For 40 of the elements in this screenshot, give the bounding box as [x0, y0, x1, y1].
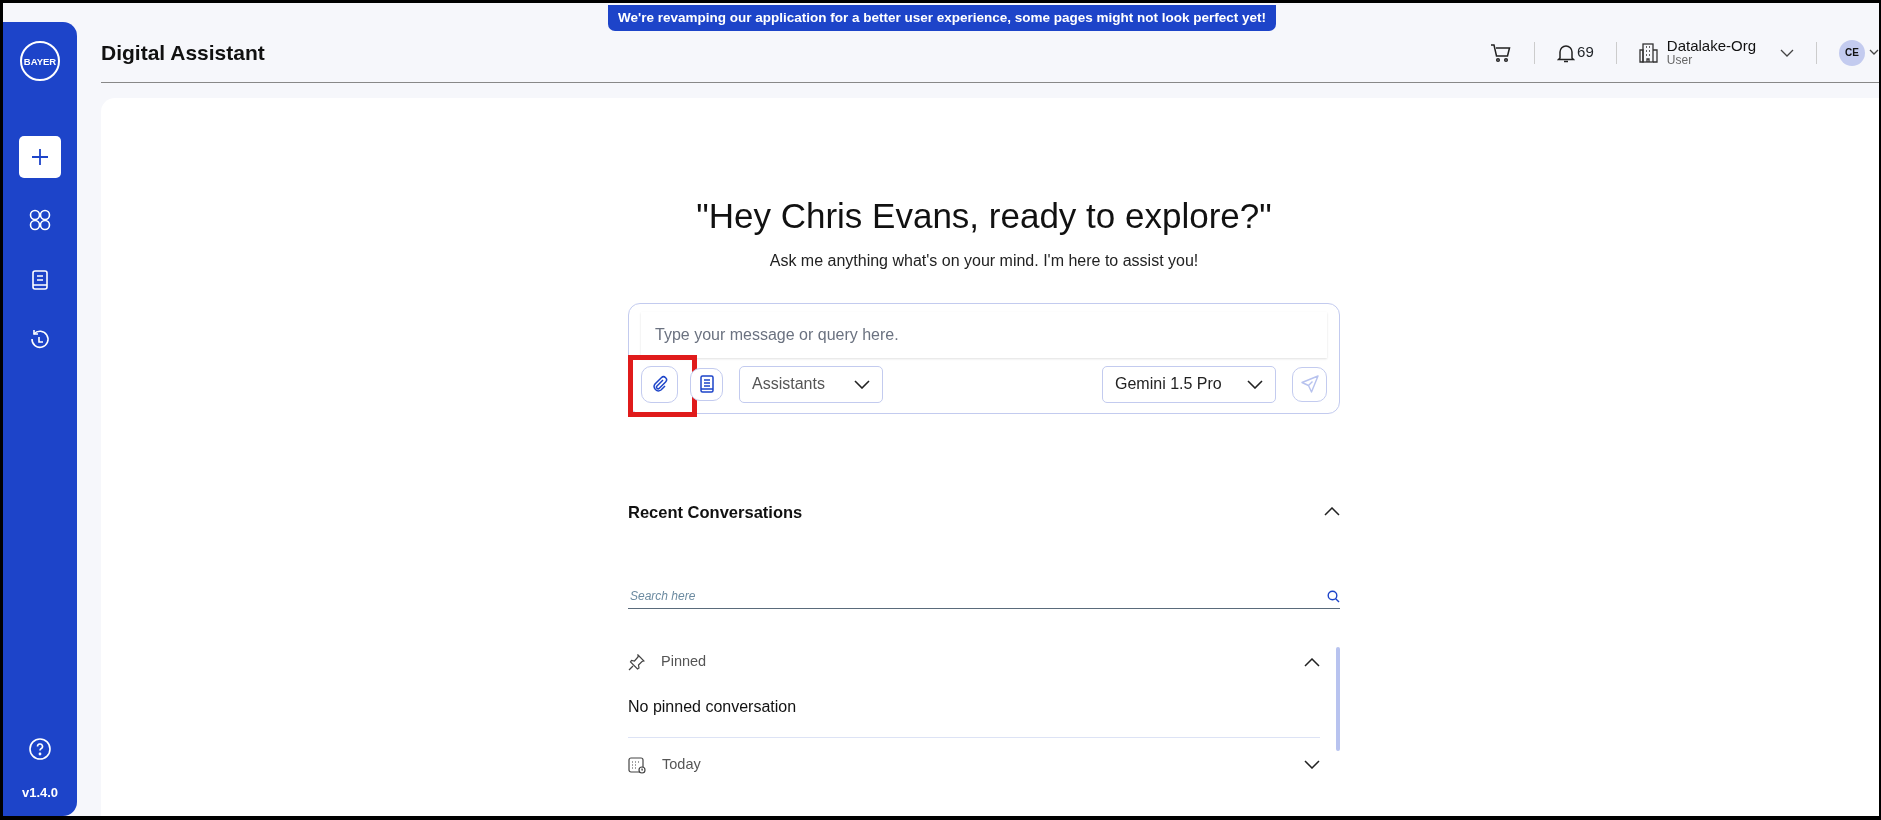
search-icon[interactable]	[1327, 589, 1340, 603]
greeting-heading: "Hey Chris Evans, ready to explore?"	[695, 195, 1273, 237]
chevron-down-icon[interactable]	[1304, 760, 1320, 770]
chevron-down-icon	[1247, 379, 1263, 389]
user-avatar[interactable]: CE	[1839, 39, 1865, 66]
building-icon	[1638, 41, 1659, 64]
library-button[interactable]	[690, 367, 723, 401]
model-dropdown[interactable]: Gemini 1.5 Pro	[1102, 365, 1276, 403]
bell-icon[interactable]	[1557, 42, 1576, 63]
chevron-up-icon[interactable]	[1324, 507, 1340, 517]
chevron-down-icon[interactable]	[1869, 48, 1879, 57]
scrollbar-thumb[interactable]	[1336, 647, 1340, 752]
send-icon	[1299, 374, 1320, 394]
org-name: Datalake-Org	[1666, 36, 1756, 55]
book-icon	[698, 375, 715, 393]
paperclip-icon	[650, 375, 669, 393]
chevron-down-icon	[854, 379, 870, 389]
calendar-icon	[628, 755, 646, 774]
apps-icon[interactable]	[28, 208, 52, 232]
empty-message: No pinned conversation	[628, 697, 798, 717]
message-input[interactable]: Type your message or query here.	[641, 311, 1327, 358]
pin-icon	[628, 653, 645, 671]
greeting-subtitle: Ask me anything what's on your mind. I'm here to assist you!	[768, 250, 1200, 271]
announcement-banner: We're revamping our application for a better user experience, some pages might not look perfect yet!	[608, 5, 1276, 32]
section-title: Recent Conversations	[628, 501, 803, 523]
help-icon[interactable]	[28, 736, 52, 761]
user-role: User	[1666, 54, 1693, 68]
version-label: v1.4.0	[21, 783, 59, 802]
plus-icon	[31, 148, 49, 166]
chevron-down-icon[interactable]	[1780, 48, 1794, 57]
group-label: Today	[662, 755, 701, 774]
page-title: Digital Assistant	[101, 39, 265, 66]
cart-icon[interactable]	[1490, 42, 1513, 63]
attach-button[interactable]	[641, 365, 678, 403]
logo: BAYER	[19, 40, 61, 82]
notification-count: 69	[1577, 42, 1594, 63]
assistants-dropdown[interactable]: Assistants	[739, 365, 883, 403]
group-label: Pinned	[661, 652, 707, 672]
new-chat-button[interactable]	[19, 136, 61, 178]
chevron-up-icon[interactable]	[1304, 657, 1320, 667]
